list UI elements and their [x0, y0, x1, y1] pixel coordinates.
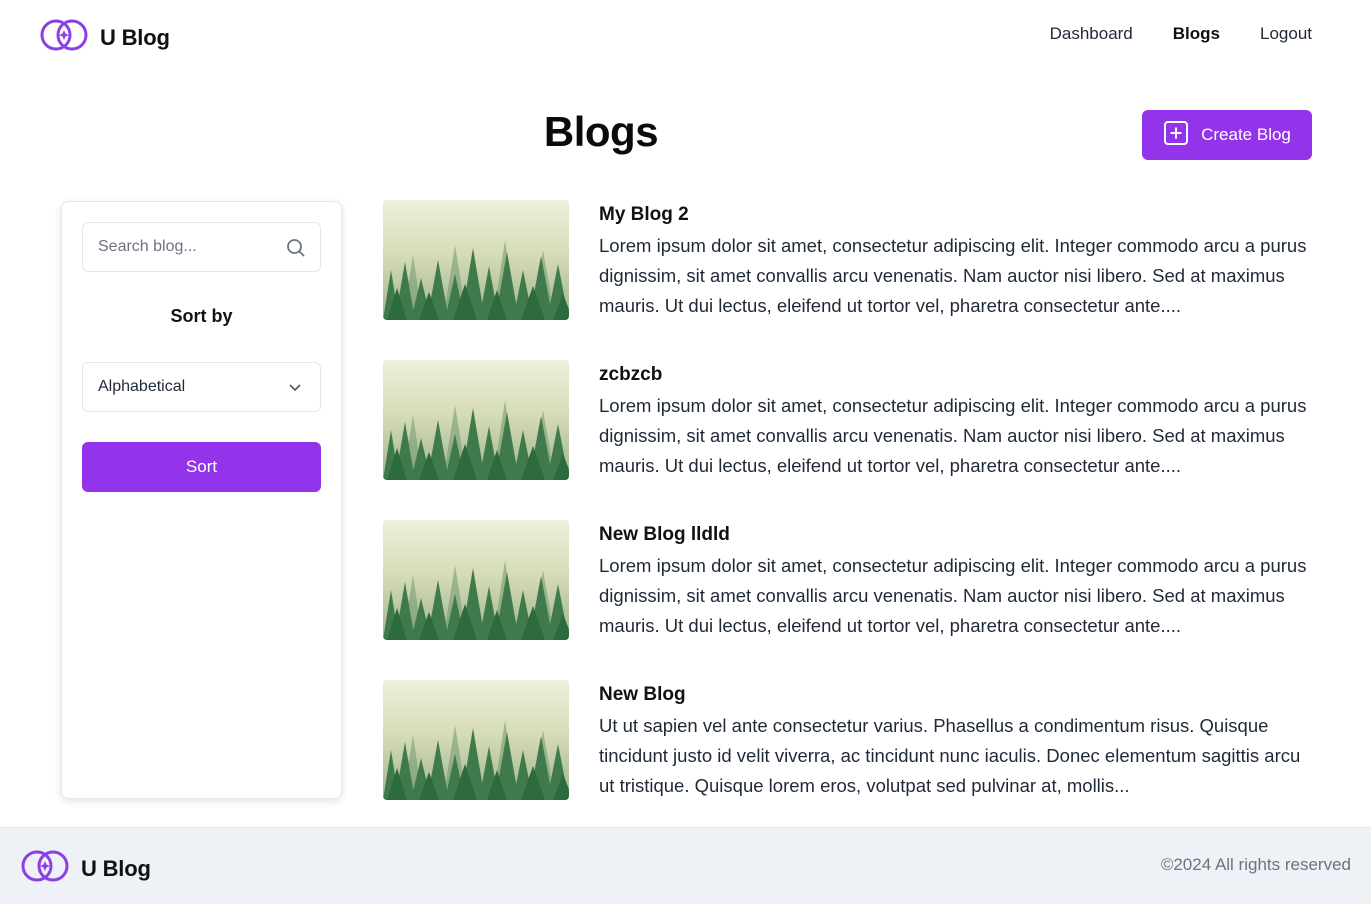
blog-card[interactable]: New Blog lldld Lorem ipsum dolor sit ame… [383, 520, 1313, 680]
nav-blogs[interactable]: Blogs [1173, 24, 1220, 44]
blog-excerpt: Ut ut sapien vel ante consectetur varius… [599, 715, 1301, 796]
page-title: Blogs [543, 108, 659, 155]
blog-excerpt: Lorem ipsum dolor sit amet, consectetur … [599, 235, 1307, 316]
blog-thumbnail[interactable] [383, 520, 569, 640]
nav-logout[interactable]: Logout [1260, 24, 1312, 44]
site-header: U Blog Dashboard Blogs Logout [0, 0, 1371, 70]
logo-icon [40, 17, 90, 58]
sort-selected-value: Alphabetical [98, 378, 186, 395]
footer-brand-name: U Blog [81, 855, 151, 881]
copyright-text: ©2024 All rights reserved [1160, 855, 1351, 874]
blog-thumbnail[interactable] [383, 200, 569, 320]
logo-icon [21, 848, 71, 889]
sort-button[interactable]: Sort [82, 442, 321, 492]
brand-logo-link[interactable]: U Blog [40, 17, 170, 58]
blog-card[interactable]: zcbzcb Lorem ipsum dolor sit amet, conse… [383, 360, 1313, 520]
blog-title[interactable]: zcbzcb [599, 364, 662, 386]
sort-select[interactable]: Alphabetical [82, 362, 321, 412]
main-nav: Dashboard Blogs Logout [1050, 24, 1312, 44]
blog-title[interactable]: New Blog [599, 684, 686, 706]
blog-thumbnail[interactable] [383, 360, 569, 480]
blog-excerpt: Lorem ipsum dolor sit amet, consectetur … [599, 555, 1307, 636]
blog-card[interactable]: New Blog Ut ut sapien vel ante consectet… [383, 680, 1313, 840]
sort-by-label: Sort by [170, 306, 233, 326]
blog-list: My Blog 2 Lorem ipsum dolor sit amet, co… [383, 200, 1313, 840]
site-footer: U Blog ©2024 All rights reserved [0, 827, 1371, 904]
blog-thumbnail[interactable] [383, 680, 569, 800]
search-box [82, 222, 321, 272]
filter-sidebar: Sort by Alphabetical Sort [61, 201, 342, 799]
create-blog-label: Create Blog [1201, 125, 1291, 144]
blog-excerpt: Lorem ipsum dolor sit amet, consectetur … [599, 395, 1307, 476]
blog-card[interactable]: My Blog 2 Lorem ipsum dolor sit amet, co… [383, 200, 1313, 360]
blog-title[interactable]: New Blog lldld [599, 524, 730, 546]
blog-title[interactable]: My Blog 2 [599, 204, 689, 226]
footer-brand-link[interactable]: U Blog [21, 848, 151, 889]
plus-square-icon [1163, 120, 1189, 151]
nav-dashboard[interactable]: Dashboard [1050, 24, 1133, 44]
search-input[interactable] [98, 238, 288, 256]
create-blog-button[interactable]: Create Blog [1142, 110, 1312, 160]
brand-name: U Blog [100, 24, 170, 50]
